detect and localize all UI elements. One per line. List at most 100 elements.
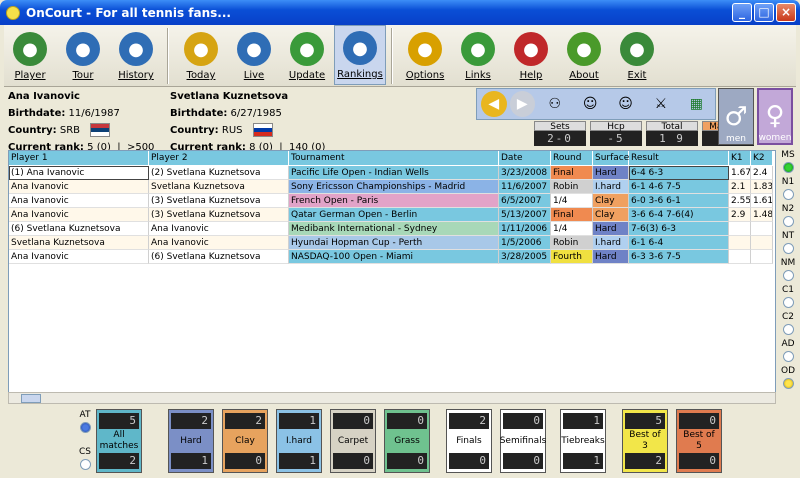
forward-arrow-icon[interactable]: ▶ (509, 91, 536, 117)
table-cell-p2[interactable]: Svetlana Kuznetsova (149, 180, 289, 194)
player1-view-icon[interactable]: ☺ (573, 90, 606, 118)
stat-card-i-hard[interactable]: 1 I.hard 1 (276, 409, 322, 473)
table-cell-date[interactable]: 1/11/2006 (499, 222, 551, 236)
table-cell-k2[interactable] (751, 236, 773, 250)
toolbar-player-button[interactable]: ● Player (4, 25, 56, 85)
column-header-date[interactable]: Date (499, 151, 551, 165)
horizontal-scrollbar[interactable] (8, 392, 776, 404)
scrollbar-thumb[interactable] (21, 394, 41, 403)
table-cell-round[interactable]: 1/4 (551, 194, 593, 208)
column-header-surface[interactable]: Surface (593, 151, 629, 165)
table-cell-round[interactable]: Fourth (551, 250, 593, 264)
table-cell-surface[interactable]: I.hard (593, 236, 629, 250)
table-cell-p1[interactable]: Ana Ivanovic (9, 208, 149, 222)
toolbar-update-button[interactable]: ● Update (281, 25, 333, 85)
category-radio[interactable] (782, 378, 794, 389)
category-ms[interactable]: MS (778, 150, 798, 173)
table-cell-round[interactable]: Robin (551, 236, 593, 250)
table-cell-k2[interactable]: 2.4 (751, 166, 773, 180)
back-arrow-icon[interactable]: ◀ (481, 91, 507, 117)
category-n2[interactable]: N2 (778, 204, 798, 227)
toolbar-about-button[interactable]: ● About (558, 25, 610, 85)
table-cell-surface[interactable]: Hard (593, 250, 629, 264)
table-cell-tournament[interactable]: Sony Ericsson Championships - Madrid (289, 180, 499, 194)
table-cell-k2[interactable] (751, 222, 773, 236)
table-cell-tournament[interactable]: Hyundai Hopman Cup - Perth (289, 236, 499, 250)
column-header-p1[interactable]: Player 1 (9, 151, 149, 165)
table-cell-k1[interactable]: 2.55 (729, 194, 751, 208)
table-cell-surface[interactable]: Hard (593, 222, 629, 236)
category-ad[interactable]: AD (778, 339, 798, 362)
category-nt[interactable]: NT (778, 231, 798, 254)
category-od[interactable]: OD (778, 366, 798, 389)
table-cell-k1[interactable] (729, 222, 751, 236)
table-cell-result[interactable]: 6-1 6-4 (629, 236, 729, 250)
stat-card-grass[interactable]: 0 Grass 0 (384, 409, 430, 473)
table-cell-tournament[interactable]: Pacific Life Open - Indian Wells (289, 166, 499, 180)
table-cell-result[interactable]: 6-3 3-6 7-5 (629, 250, 729, 264)
category-radio[interactable] (782, 351, 794, 362)
table-cell-k2[interactable]: 1.48 (751, 208, 773, 222)
head-to-head-icon[interactable]: ⚔ (644, 90, 677, 118)
category-radio[interactable] (782, 189, 794, 200)
table-cell-round[interactable]: Final (551, 166, 593, 180)
table-cell-p2[interactable]: Ana Ivanovic (149, 236, 289, 250)
toolbar-history-button[interactable]: ● History (110, 25, 162, 85)
table-cell-surface[interactable]: Hard (593, 166, 629, 180)
category-c1[interactable]: C1 (778, 285, 798, 308)
table-cell-date[interactable]: 6/5/2007 (499, 194, 551, 208)
table-cell-tournament[interactable]: Qatar German Open - Berlin (289, 208, 499, 222)
table-cell-k1[interactable]: 1.67 (729, 166, 751, 180)
cs-radio[interactable] (79, 459, 91, 470)
column-header-result[interactable]: Result (629, 151, 729, 165)
stat-card-hard[interactable]: 2 Hard 1 (168, 409, 214, 473)
table-cell-p2[interactable]: (3) Svetlana Kuznetsova (149, 194, 289, 208)
women-button[interactable]: ♀ women (757, 88, 793, 145)
table-cell-p1[interactable]: Svetlana Kuznetsova (9, 236, 149, 250)
stat-card-best-of-5[interactable]: 0 Best of 50 (676, 409, 722, 473)
table-cell-round[interactable]: Final (551, 208, 593, 222)
close-button[interactable]: × (776, 3, 796, 22)
category-radio[interactable] (782, 162, 794, 173)
table-cell-result[interactable]: 3-6 6-4 7-6(4) (629, 208, 729, 222)
column-header-k1[interactable]: K1 (729, 151, 751, 165)
category-nm[interactable]: NM (778, 258, 798, 281)
stat-card-semifinals[interactable]: 0 Semifinals 0 (500, 409, 546, 473)
stat-card-carpet[interactable]: 0 Carpet 0 (330, 409, 376, 473)
column-header-round[interactable]: Round (551, 151, 593, 165)
table-cell-k2[interactable] (751, 250, 773, 264)
table-cell-p1[interactable]: (1) Ana Ivanovic (9, 166, 149, 180)
category-radio[interactable] (782, 216, 794, 227)
table-cell-p1[interactable]: (6) Svetlana Kuznetsova (9, 222, 149, 236)
table-cell-p2[interactable]: Ana Ivanovic (149, 222, 289, 236)
category-c2[interactable]: C2 (778, 312, 798, 335)
table-cell-k2[interactable]: 1.83 (751, 180, 773, 194)
table-cell-tournament[interactable]: French Open - Paris (289, 194, 499, 208)
toolbar-tour-button[interactable]: ● Tour (57, 25, 109, 85)
table-cell-p1[interactable]: Ana Ivanovic (9, 194, 149, 208)
minimize-button[interactable]: _ (732, 3, 752, 22)
category-radio[interactable] (782, 243, 794, 254)
table-cell-p1[interactable]: Ana Ivanovic (9, 180, 149, 194)
table-cell-result[interactable]: 6-0 3-6 6-1 (629, 194, 729, 208)
table-cell-result[interactable]: 6-4 6-3 (629, 166, 729, 180)
table-cell-k1[interactable]: 2.1 (729, 180, 751, 194)
table-cell-k1[interactable] (729, 236, 751, 250)
table-cell-k2[interactable]: 1.61 (751, 194, 773, 208)
excel-export-icon[interactable]: ▦ (680, 90, 713, 118)
toolbar-today-button[interactable]: ● Today (175, 25, 227, 85)
category-radio[interactable] (782, 324, 794, 335)
players-compare-icon[interactable]: ⚇ (538, 90, 571, 118)
toolbar-links-button[interactable]: ● Links (452, 25, 504, 85)
table-cell-surface[interactable]: Clay (593, 194, 629, 208)
table-cell-k1[interactable]: 2.9 (729, 208, 751, 222)
table-cell-surface[interactable]: I.hard (593, 180, 629, 194)
category-n1[interactable]: N1 (778, 177, 798, 200)
stat-card-best-of-3[interactable]: 5 Best of 3 2 (622, 409, 668, 473)
table-cell-tournament[interactable]: NASDAQ-100 Open - Miami (289, 250, 499, 264)
table-cell-p1[interactable]: Ana Ivanovic (9, 250, 149, 264)
table-cell-surface[interactable]: Clay (593, 208, 629, 222)
table-cell-date[interactable]: 11/6/2007 (499, 180, 551, 194)
toolbar-live-button[interactable]: ● Live (228, 25, 280, 85)
stat-card-tiebreaks[interactable]: 1 Tiebreaks 1 (560, 409, 606, 473)
